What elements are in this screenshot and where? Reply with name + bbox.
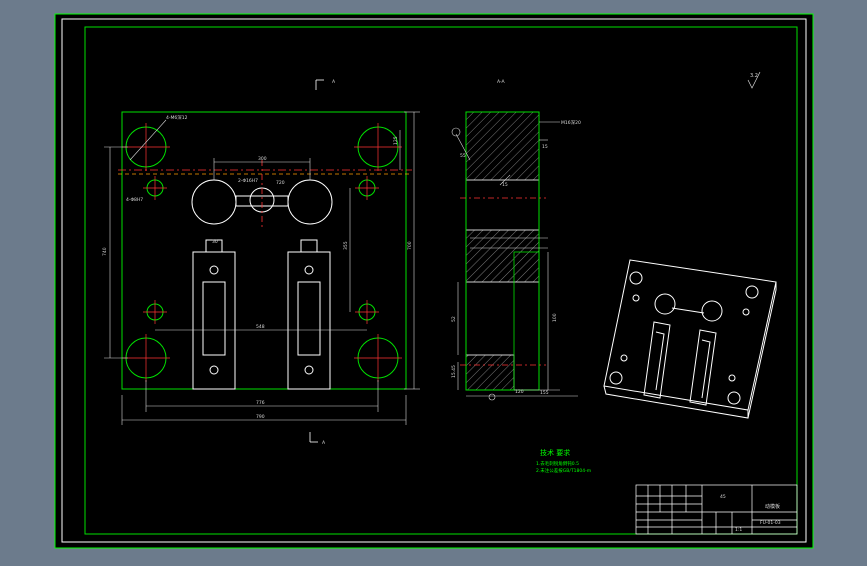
label-right-height: 125 — [393, 136, 399, 145]
label-width-large: 720 — [276, 180, 285, 186]
tech-notes-line2: 2.未注公差按GB/T1804-m — [536, 467, 591, 474]
side-hatch-top — [465, 111, 540, 181]
side-label-a: 15 — [542, 144, 548, 150]
label-lower-span: 548 — [256, 324, 265, 330]
label-pin-hole: 4-Φ8H7 — [126, 197, 143, 203]
tech-notes-line1: 1.去毛刺锐角倒钝0.5 — [536, 460, 579, 467]
roughness-value: 3.2 — [750, 73, 758, 79]
label-top-hole: 4-M6深12 — [166, 114, 188, 121]
side-label-bottom-a: 15.45 — [451, 365, 457, 378]
side-label-mid: 52 — [451, 316, 457, 322]
tech-notes-title: 技术 要求 — [540, 448, 570, 457]
label-small-dim: 30 — [212, 239, 218, 245]
side-label-top-note: M16深20 — [561, 119, 581, 126]
side-label-b: 15 — [502, 182, 508, 188]
side-label-bottom-c: 155 — [540, 390, 549, 396]
side-hatch-bottom — [465, 354, 515, 391]
title-drawing-no: FU-01-03 — [760, 520, 781, 526]
side-label-bottom-b: 120 — [515, 389, 524, 395]
side-label-left: 55 — [460, 153, 466, 159]
label-left-height: 740 — [102, 247, 108, 256]
cad-viewport[interactable]: 4-M6深12 300 2-Φ16H7 720 4-Φ8H7 30 548 77… — [0, 0, 867, 562]
side-label-right: 100 — [552, 313, 558, 322]
label-overall-width2: 790 — [256, 414, 265, 420]
label-center-span: 300 — [258, 156, 267, 162]
label-overall-width: 776 — [256, 400, 265, 406]
label-center-holes: 2-Φ16H7 — [238, 178, 258, 184]
title-part-name: 动模板 — [765, 503, 780, 510]
side-label-section: A-A — [497, 79, 506, 85]
model-canvas — [54, 13, 814, 549]
label-height: 700 — [407, 241, 413, 250]
cad-drawing: 4-M6深12 300 2-Φ16H7 720 4-Φ8H7 30 548 77… — [54, 13, 814, 549]
label-right-side: 355 — [343, 241, 349, 250]
title-material: 45 — [720, 494, 726, 500]
title-scale: 1:1 — [735, 527, 742, 533]
